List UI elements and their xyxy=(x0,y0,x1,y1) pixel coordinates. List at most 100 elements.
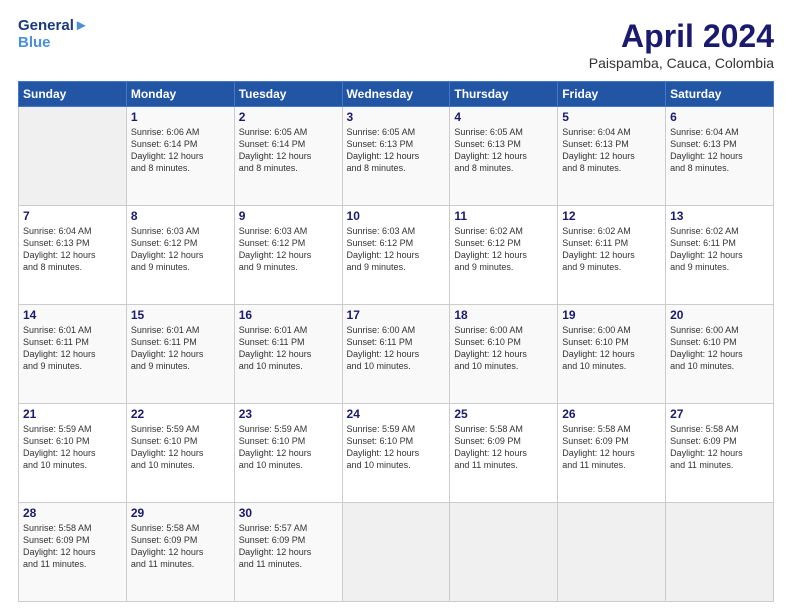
day-info: Sunrise: 6:02 AM Sunset: 6:12 PM Dayligh… xyxy=(454,225,553,274)
calendar-day-cell: 10Sunrise: 6:03 AM Sunset: 6:12 PM Dayli… xyxy=(342,206,450,305)
calendar-day-cell: 21 Sunrise: 5:59 AM Sunset: 6:10 PM Dayli… xyxy=(19,404,127,503)
calendar-day-cell: 29 Sunrise: 5:58 AM Sunset: 6:09 PM Dayli… xyxy=(126,503,234,602)
weekday-header-cell: Friday xyxy=(558,82,666,107)
day-info: Sunrise: 6:04 AM Sunset: 6:13 PM Dayligh… xyxy=(23,225,122,274)
day-info: Sunrise: 5:59 AM Sunset: 6:10 PM Dayligh… xyxy=(131,423,230,472)
calendar-day-cell: 4 Sunrise: 6:05 AM Sunset: 6:13 PM Daylig… xyxy=(450,107,558,206)
weekday-header-cell: Monday xyxy=(126,82,234,107)
calendar-day-cell xyxy=(19,107,127,206)
calendar-week-row: 14 Sunrise: 6:01 AM Sunset: 6:11 PM Dayli… xyxy=(19,305,774,404)
calendar-day-cell: 27 Sunrise: 5:58 AM Sunset: 6:09 PM Dayli… xyxy=(666,404,774,503)
day-info: Sunrise: 6:00 AM Sunset: 6:11 PM Dayligh… xyxy=(347,324,446,373)
day-info: Sunrise: 6:04 AM Sunset: 6:13 PM Dayligh… xyxy=(562,126,661,175)
day-info: Sunrise: 6:05 AM Sunset: 6:13 PM Dayligh… xyxy=(454,126,553,175)
day-info: Sunrise: 6:06 AM Sunset: 6:14 PM Dayligh… xyxy=(131,126,230,175)
day-number: 19 xyxy=(562,308,661,322)
calendar-week-row: 1 Sunrise: 6:06 AM Sunset: 6:14 PM Daylig… xyxy=(19,107,774,206)
calendar-day-cell: 24 Sunrise: 5:59 AM Sunset: 6:10 PM Dayli… xyxy=(342,404,450,503)
day-info: Sunrise: 6:01 AM Sunset: 6:11 PM Dayligh… xyxy=(131,324,230,373)
day-number: 28 xyxy=(23,506,122,520)
day-info: Sunrise: 6:02 AM Sunset: 6:11 PM Dayligh… xyxy=(670,225,769,274)
weekday-header-cell: Thursday xyxy=(450,82,558,107)
calendar-day-cell: 14 Sunrise: 6:01 AM Sunset: 6:11 PM Dayli… xyxy=(19,305,127,404)
day-number: 25 xyxy=(454,407,553,421)
calendar-day-cell: 1 Sunrise: 6:06 AM Sunset: 6:14 PM Daylig… xyxy=(126,107,234,206)
day-info: Sunrise: 5:59 AM Sunset: 6:10 PM Dayligh… xyxy=(347,423,446,472)
day-info: Sunrise: 6:01 AM Sunset: 6:11 PM Dayligh… xyxy=(23,324,122,373)
day-number: 30 xyxy=(239,506,338,520)
day-info: Sunrise: 5:58 AM Sunset: 6:09 PM Dayligh… xyxy=(562,423,661,472)
logo-icon-shape: ► xyxy=(74,17,89,34)
calendar-day-cell: 5 Sunrise: 6:04 AM Sunset: 6:13 PM Daylig… xyxy=(558,107,666,206)
day-number: 24 xyxy=(347,407,446,421)
weekday-header-cell: Saturday xyxy=(666,82,774,107)
day-number: 17 xyxy=(347,308,446,322)
calendar-day-cell: 16 Sunrise: 6:01 AM Sunset: 6:11 PM Dayli… xyxy=(234,305,342,404)
calendar-week-row: 7 Sunrise: 6:04 AM Sunset: 6:13 PM Daylig… xyxy=(19,206,774,305)
day-info: Sunrise: 5:59 AM Sunset: 6:10 PM Dayligh… xyxy=(239,423,338,472)
calendar-week-row: 21 Sunrise: 5:59 AM Sunset: 6:10 PM Dayli… xyxy=(19,404,774,503)
day-number: 10 xyxy=(347,209,446,223)
day-info: Sunrise: 6:00 AM Sunset: 6:10 PM Dayligh… xyxy=(670,324,769,373)
calendar-day-cell: 17 Sunrise: 6:00 AM Sunset: 6:11 PM Dayli… xyxy=(342,305,450,404)
calendar-day-cell: 12Sunrise: 6:02 AM Sunset: 6:11 PM Dayli… xyxy=(558,206,666,305)
day-number: 12 xyxy=(562,209,661,223)
day-info: Sunrise: 5:58 AM Sunset: 6:09 PM Dayligh… xyxy=(670,423,769,472)
calendar-day-cell: 20 Sunrise: 6:00 AM Sunset: 6:10 PM Dayli… xyxy=(666,305,774,404)
calendar-body: 1 Sunrise: 6:06 AM Sunset: 6:14 PM Daylig… xyxy=(19,107,774,602)
weekday-header-row: SundayMondayTuesdayWednesdayThursdayFrid… xyxy=(19,82,774,107)
calendar-day-cell: 8 Sunrise: 6:03 AM Sunset: 6:12 PM Daylig… xyxy=(126,206,234,305)
day-number: 8 xyxy=(131,209,230,223)
day-number: 6 xyxy=(670,110,769,124)
day-number: 5 xyxy=(562,110,661,124)
day-number: 26 xyxy=(562,407,661,421)
day-info: Sunrise: 6:05 AM Sunset: 6:14 PM Dayligh… xyxy=(239,126,338,175)
day-number: 20 xyxy=(670,308,769,322)
day-number: 29 xyxy=(131,506,230,520)
weekday-header-cell: Tuesday xyxy=(234,82,342,107)
day-info: Sunrise: 6:05 AM Sunset: 6:13 PM Dayligh… xyxy=(347,126,446,175)
calendar-day-cell: 13 Sunrise: 6:02 AM Sunset: 6:11 PM Dayli… xyxy=(666,206,774,305)
calendar-day-cell: 30 Sunrise: 5:57 AM Sunset: 6:09 PM Dayli… xyxy=(234,503,342,602)
calendar-day-cell xyxy=(558,503,666,602)
calendar-day-cell: 28 Sunrise: 5:58 AM Sunset: 6:09 PM Dayli… xyxy=(19,503,127,602)
calendar-day-cell xyxy=(666,503,774,602)
calendar-day-cell xyxy=(342,503,450,602)
location: Paispamba, Cauca, Colombia xyxy=(589,55,774,71)
calendar-table: SundayMondayTuesdayWednesdayThursdayFrid… xyxy=(18,81,774,602)
calendar-day-cell: 22Sunrise: 5:59 AM Sunset: 6:10 PM Dayli… xyxy=(126,404,234,503)
day-number: 1 xyxy=(131,110,230,124)
logo-line2: Blue xyxy=(18,35,89,52)
day-number: 16 xyxy=(239,308,338,322)
page: General► Blue April 2024 Paispamba, Cauc… xyxy=(0,0,792,612)
logo-line1: General► xyxy=(18,18,89,35)
day-info: Sunrise: 5:58 AM Sunset: 6:09 PM Dayligh… xyxy=(454,423,553,472)
day-number: 7 xyxy=(23,209,122,223)
calendar-day-cell: 15 Sunrise: 6:01 AM Sunset: 6:11 PM Dayli… xyxy=(126,305,234,404)
weekday-header-cell: Wednesday xyxy=(342,82,450,107)
day-number: 2 xyxy=(239,110,338,124)
day-info: Sunrise: 6:01 AM Sunset: 6:11 PM Dayligh… xyxy=(239,324,338,373)
day-info: Sunrise: 5:58 AM Sunset: 6:09 PM Dayligh… xyxy=(131,522,230,571)
day-number: 27 xyxy=(670,407,769,421)
day-number: 14 xyxy=(23,308,122,322)
weekday-header-cell: Sunday xyxy=(19,82,127,107)
calendar-week-row: 28 Sunrise: 5:58 AM Sunset: 6:09 PM Dayli… xyxy=(19,503,774,602)
calendar-day-cell: 19Sunrise: 6:00 AM Sunset: 6:10 PM Dayli… xyxy=(558,305,666,404)
day-number: 13 xyxy=(670,209,769,223)
header: General► Blue April 2024 Paispamba, Cauc… xyxy=(18,18,774,71)
month-title: April 2024 xyxy=(589,18,774,55)
day-number: 4 xyxy=(454,110,553,124)
day-number: 21 xyxy=(23,407,122,421)
day-number: 15 xyxy=(131,308,230,322)
day-info: Sunrise: 5:57 AM Sunset: 6:09 PM Dayligh… xyxy=(239,522,338,571)
title-block: April 2024 Paispamba, Cauca, Colombia xyxy=(589,18,774,71)
day-info: Sunrise: 5:59 AM Sunset: 6:10 PM Dayligh… xyxy=(23,423,122,472)
day-info: Sunrise: 6:03 AM Sunset: 6:12 PM Dayligh… xyxy=(131,225,230,274)
day-number: 3 xyxy=(347,110,446,124)
calendar-day-cell: 11Sunrise: 6:02 AM Sunset: 6:12 PM Dayli… xyxy=(450,206,558,305)
day-info: Sunrise: 5:58 AM Sunset: 6:09 PM Dayligh… xyxy=(23,522,122,571)
logo: General► Blue xyxy=(18,18,89,51)
calendar-day-cell: 9Sunrise: 6:03 AM Sunset: 6:12 PM Daylig… xyxy=(234,206,342,305)
calendar-day-cell: 18Sunrise: 6:00 AM Sunset: 6:10 PM Dayli… xyxy=(450,305,558,404)
